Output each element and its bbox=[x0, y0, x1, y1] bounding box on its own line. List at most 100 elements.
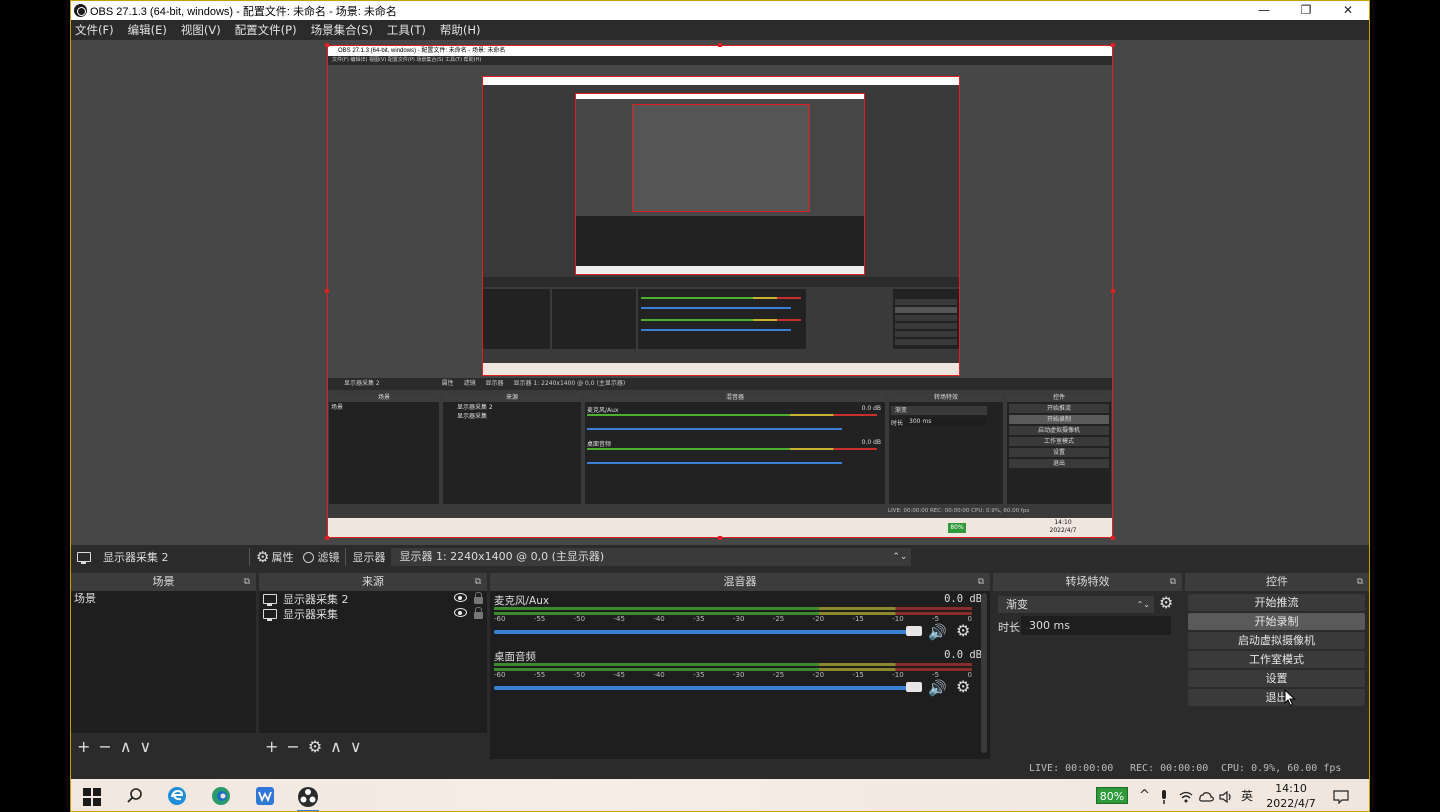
speaker-icon[interactable] bbox=[1219, 779, 1233, 811]
volume-slider-handle[interactable] bbox=[906, 626, 922, 636]
volume-slider[interactable] bbox=[494, 686, 914, 690]
mixer-scrollbar[interactable] bbox=[981, 593, 987, 753]
source-item[interactable]: 显示器采集 bbox=[259, 606, 487, 621]
resize-handle-br[interactable] bbox=[1111, 536, 1115, 540]
start-recording-button[interactable]: 开始录制 bbox=[1188, 613, 1365, 630]
popout-icon[interactable]: ⧉ bbox=[1170, 573, 1176, 591]
obs-taskbar-icon[interactable] bbox=[297, 786, 318, 807]
search-icon[interactable] bbox=[125, 786, 145, 806]
menu-file[interactable]: 文件(F) bbox=[75, 22, 114, 38]
popout-icon[interactable]: ⧉ bbox=[1357, 573, 1363, 591]
volume-icon[interactable]: 🔊 bbox=[928, 679, 947, 697]
meter-ticks: -60 -55 -50 -45 -40 -35 -30 -25 -20 -15 -10 -5 0 bbox=[494, 615, 972, 623]
source-item[interactable]: 显示器采集 2 bbox=[259, 591, 487, 606]
resize-handle-tr[interactable] bbox=[1111, 43, 1115, 47]
resize-handle-b[interactable] bbox=[718, 536, 722, 540]
menu-edit[interactable]: 编辑(E) bbox=[128, 22, 167, 38]
properties-label: 属性 bbox=[271, 551, 294, 564]
transitions-dock-title: 转场特效 bbox=[1065, 575, 1110, 588]
volume-slider[interactable] bbox=[494, 630, 914, 634]
resize-handle-bl[interactable] bbox=[325, 536, 329, 540]
start-virtual-camera-button[interactable]: 启动虚拟摄像机 bbox=[1188, 632, 1365, 649]
taskbar-clock[interactable]: 14:10 2022/4/7 bbox=[1261, 781, 1321, 811]
lock-icon[interactable] bbox=[474, 607, 483, 619]
wifi-icon[interactable] bbox=[1179, 779, 1193, 811]
obs-logo-icon bbox=[74, 4, 87, 17]
studio-mode-button[interactable]: 工作室模式 bbox=[1188, 651, 1365, 668]
edge-legacy-icon[interactable] bbox=[167, 786, 187, 806]
menu-scene-collection[interactable]: 场景集合(S) bbox=[311, 22, 373, 38]
volume-slider-handle[interactable] bbox=[906, 682, 922, 692]
toolbar-divider bbox=[345, 548, 347, 566]
move-scene-up-button[interactable]: ∧ bbox=[120, 737, 132, 756]
popout-icon[interactable]: ⧉ bbox=[475, 573, 481, 591]
transition-select[interactable]: 渐变 ⌃⌄ bbox=[997, 595, 1155, 614]
ime-indicator[interactable]: 英 bbox=[1241, 779, 1253, 811]
volume-icon[interactable]: 🔊 bbox=[928, 623, 947, 641]
obs-window: OBS 27.1.3 (64-bit, windows) - 配置文件: 未命名… bbox=[70, 0, 1370, 812]
nested-mixer-dock: 混音器 麦克风/Aux 0.0 dB 桌面音频 0.0 dB bbox=[584, 393, 886, 505]
exit-button[interactable]: 退出 bbox=[1188, 689, 1365, 706]
edge-browser-icon[interactable] bbox=[211, 786, 231, 806]
resize-handle-r[interactable] bbox=[1111, 289, 1115, 293]
move-source-up-button[interactable]: ∧ bbox=[330, 737, 342, 756]
popout-icon[interactable]: ⧉ bbox=[244, 573, 250, 591]
nested-props: 属性 bbox=[441, 380, 454, 387]
menu-view[interactable]: 视图(V) bbox=[181, 22, 221, 38]
lock-icon[interactable] bbox=[474, 592, 483, 604]
chevron-up-icon[interactable]: ^ bbox=[1139, 779, 1150, 811]
source-properties-gear-icon[interactable]: ⚙ bbox=[308, 737, 322, 756]
microphone-icon[interactable] bbox=[1159, 779, 1169, 811]
remove-source-button[interactable]: − bbox=[286, 737, 299, 756]
gear-icon[interactable]: ⚙ bbox=[956, 621, 970, 640]
selected-source-name: 显示器采集 2 bbox=[103, 551, 169, 564]
start-streaming-button[interactable]: 开始推流 bbox=[1188, 594, 1365, 611]
resize-handle-t[interactable] bbox=[718, 43, 722, 47]
nested-transitions-dock: 转场特效 渐变 时长 300 ms bbox=[888, 393, 1004, 505]
preview-area[interactable]: OBS 27.1.3 (64-bit, windows) - 配置文件: 未命名… bbox=[71, 40, 1369, 545]
controls-dock-header: 控件 ⧉ bbox=[1185, 573, 1369, 591]
monitor-icon bbox=[263, 608, 277, 621]
live-status: LIVE: 00:00:00 bbox=[1029, 763, 1114, 774]
sources-dock-title: 来源 bbox=[362, 575, 384, 588]
close-button[interactable]: ✕ bbox=[1327, 1, 1369, 20]
battery-indicator[interactable]: 80% bbox=[1096, 787, 1128, 804]
menu-profile[interactable]: 配置文件(P) bbox=[235, 22, 297, 38]
cloud-icon[interactable] bbox=[1199, 779, 1214, 811]
volume-meter bbox=[494, 607, 972, 615]
eye-icon[interactable] bbox=[454, 608, 467, 617]
remove-scene-button[interactable]: − bbox=[98, 737, 111, 756]
add-source-button[interactable]: + bbox=[265, 737, 278, 756]
transition-gear-icon[interactable]: ⚙ bbox=[1159, 593, 1173, 612]
settings-button[interactable]: 设置 bbox=[1188, 670, 1365, 687]
mixer-dock-title: 混音器 bbox=[723, 575, 757, 588]
add-scene-button[interactable]: + bbox=[77, 737, 90, 756]
windows-start-icon[interactable] bbox=[83, 788, 101, 806]
eye-icon[interactable] bbox=[454, 593, 467, 602]
filters-button[interactable]: 滤镜 bbox=[303, 549, 339, 565]
wps-icon[interactable] bbox=[255, 786, 275, 806]
minimize-button[interactable]: — bbox=[1243, 1, 1285, 20]
duration-input[interactable]: 300 ms bbox=[1021, 616, 1171, 635]
resize-handle-l[interactable] bbox=[325, 289, 329, 293]
notification-icon[interactable] bbox=[1333, 779, 1349, 811]
properties-button[interactable]: ⚙ 属性 bbox=[256, 548, 293, 566]
title-bar: OBS 27.1.3 (64-bit, windows) - 配置文件: 未命名… bbox=[71, 1, 1369, 20]
mixer-channel-mic: 麦克风/Aux 0.0 dB -60 -55 -50 -45 -40 -35 -30 -25-… bbox=[490, 591, 990, 647]
filter-icon bbox=[303, 551, 315, 563]
maximize-button[interactable]: ❐ bbox=[1285, 1, 1327, 20]
scene-item[interactable]: 场景 bbox=[71, 591, 256, 606]
display-select[interactable]: 显示器 1: 2240x1400 @ 0,0 (主显示器) ⌃⌄ bbox=[391, 548, 912, 566]
menu-help[interactable]: 帮助(H) bbox=[440, 22, 481, 38]
resize-handle-tl[interactable] bbox=[325, 43, 329, 47]
gear-icon[interactable]: ⚙ bbox=[956, 677, 970, 696]
nested-display-label: 显示器 bbox=[485, 380, 504, 387]
sources-dock-header: 来源 ⧉ bbox=[259, 573, 487, 591]
move-scene-down-button[interactable]: ∨ bbox=[140, 737, 152, 756]
preview-source-frame[interactable]: OBS 27.1.3 (64-bit, windows) - 配置文件: 未命名… bbox=[327, 45, 1113, 538]
popout-icon[interactable]: ⧉ bbox=[978, 573, 984, 591]
mixer-channel-desktop: 桌面音频 0.0 dB -60 -55 -50 -45 -40 -35 -30 -25 -20-… bbox=[490, 647, 990, 703]
nested-sources-dock: 来源 显示器采集 2 显示器采集 bbox=[442, 393, 582, 505]
move-source-down-button[interactable]: ∨ bbox=[350, 737, 362, 756]
menu-tools[interactable]: 工具(T) bbox=[387, 22, 426, 38]
